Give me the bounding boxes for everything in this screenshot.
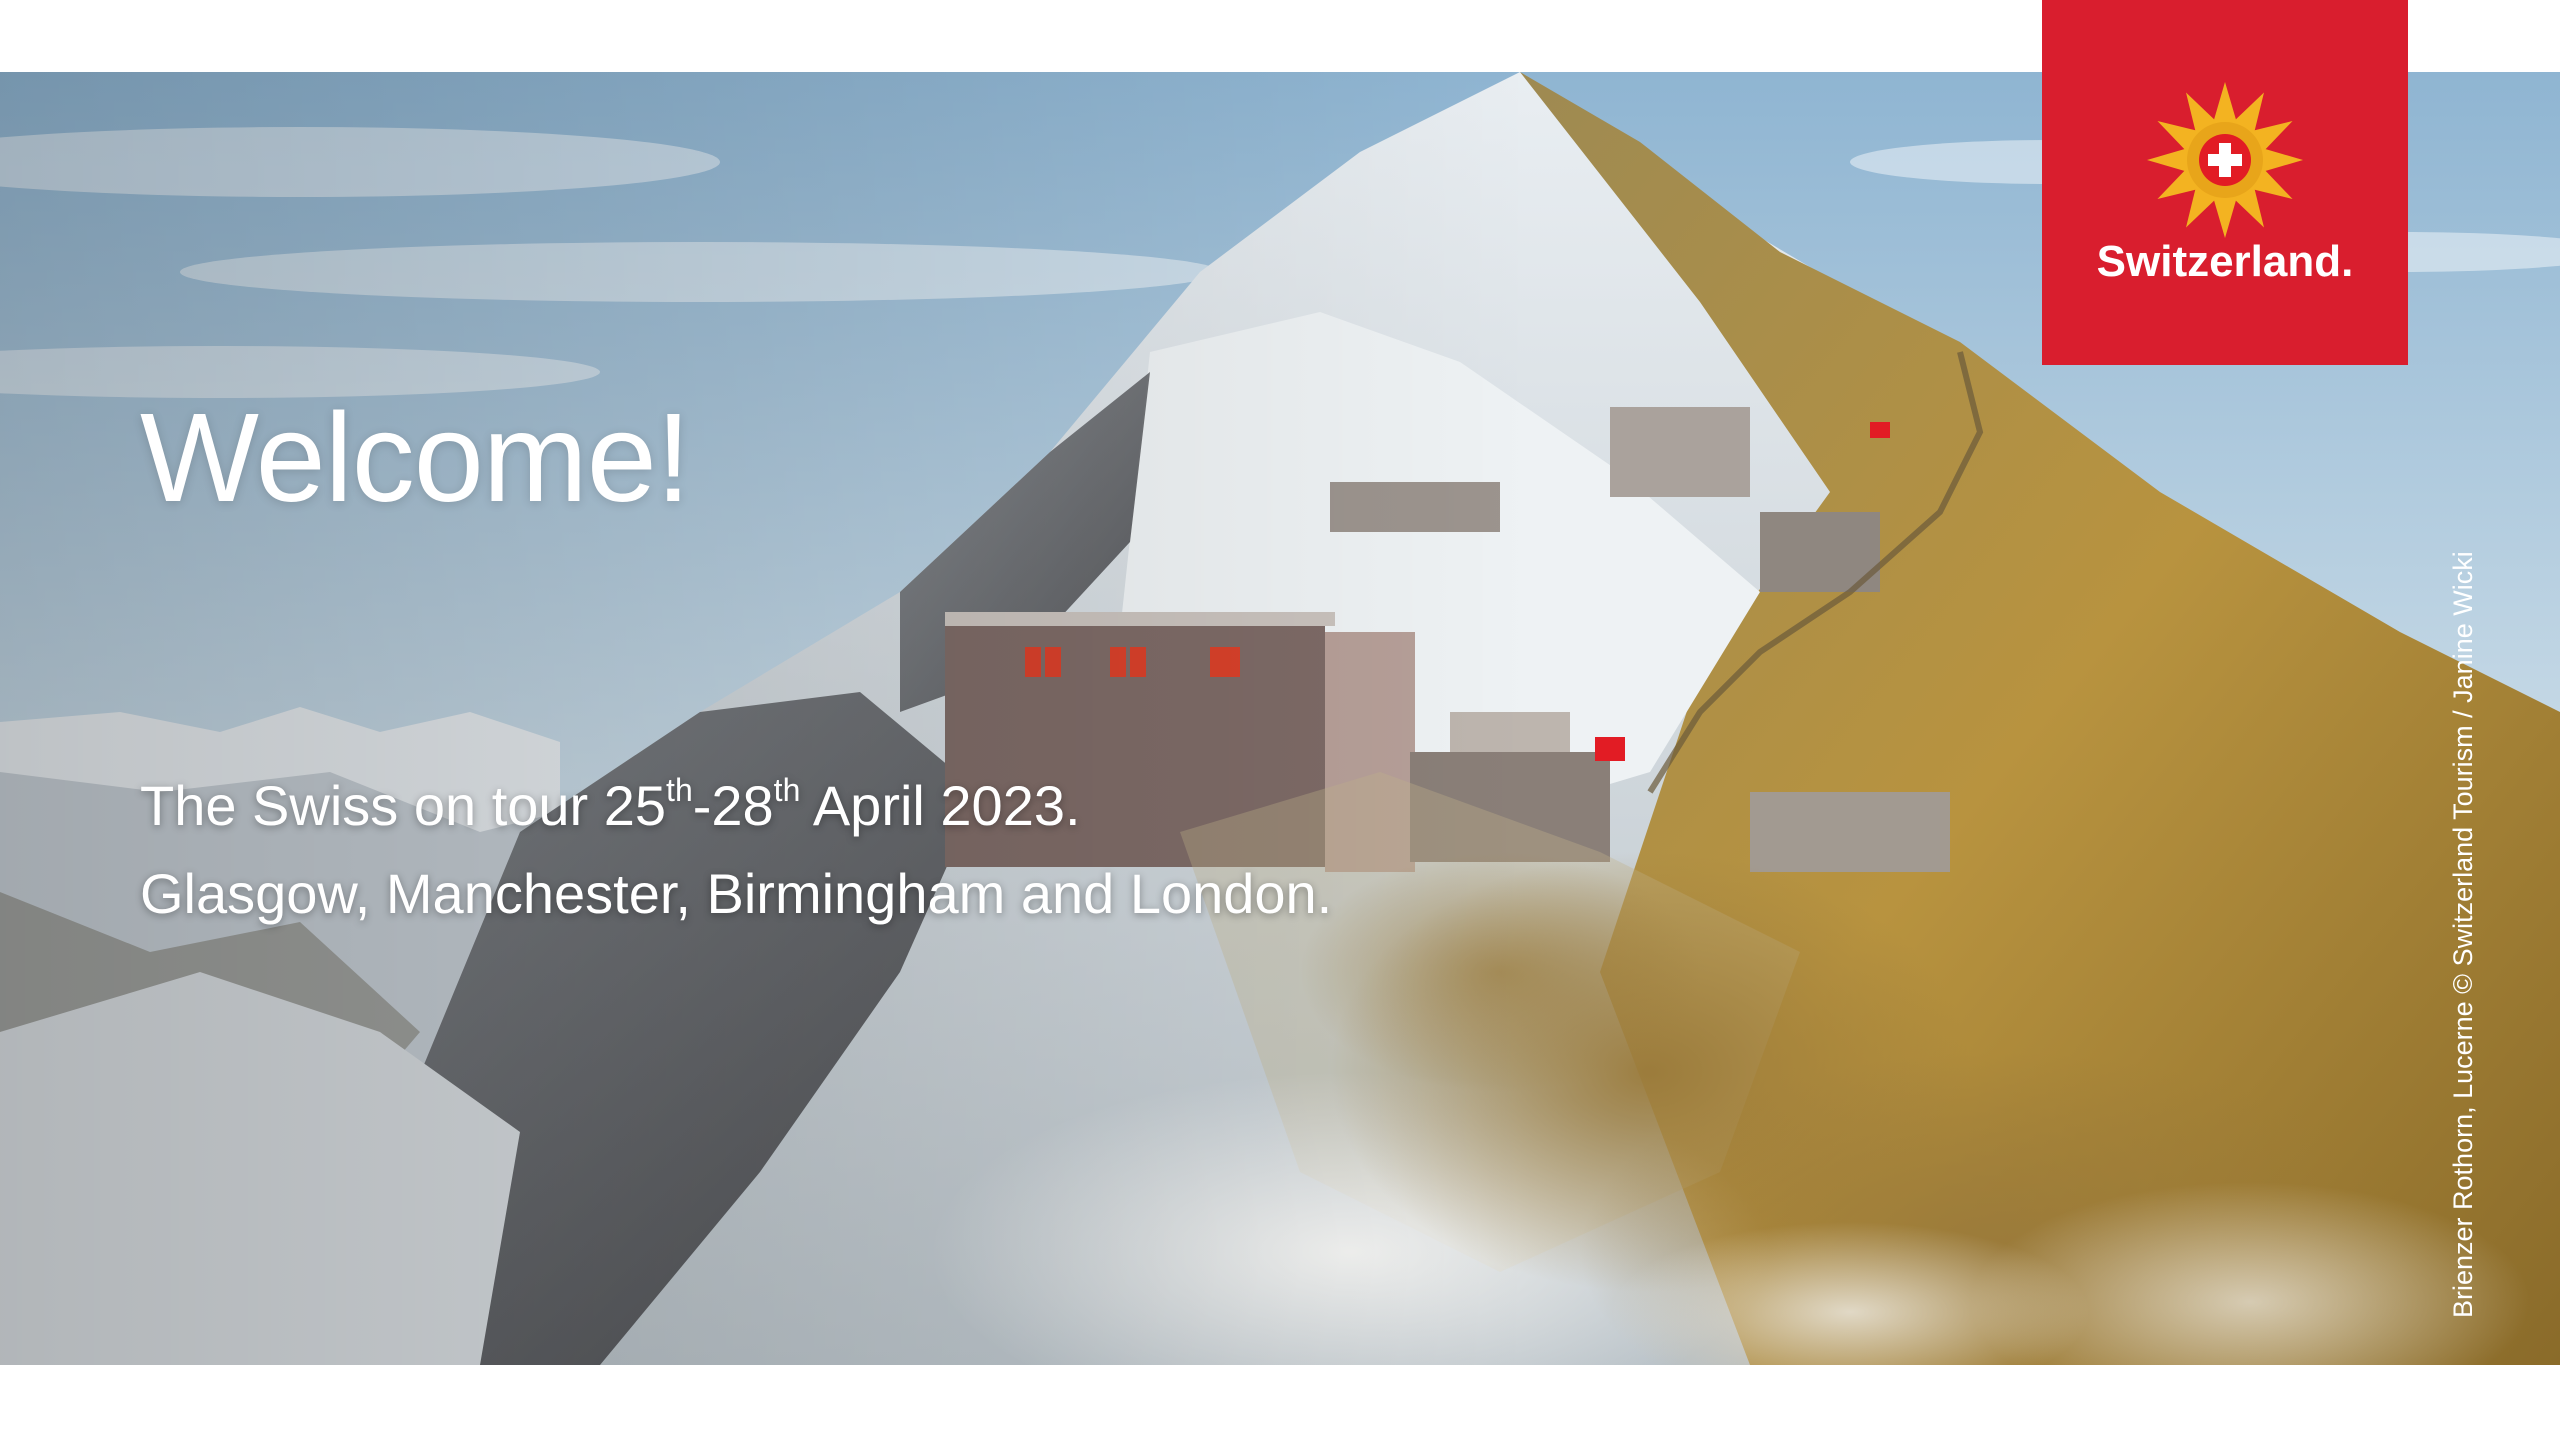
tour-dates-prefix: The Swiss on tour 25: [140, 774, 667, 837]
tour-dates-ordinal-2: th: [773, 772, 801, 808]
tour-dates-suffix: April 2023.: [800, 774, 1081, 837]
switzerland-logo: Switzerland.: [2042, 0, 2408, 365]
tour-cities-line: Glasgow, Manchester, Birmingham and Lond…: [140, 862, 1333, 925]
photo-credit: Brienzer Rothorn, Lucerne © Switzerland …: [2448, 551, 2478, 1318]
tour-dates-middle: -28: [692, 774, 774, 837]
tour-dates-line: The Swiss on tour 25th-28th April 2023.: [140, 774, 1081, 834]
presentation-slide: Switzerland. Welcome! The Swiss on tour …: [0, 0, 2560, 1440]
logo-wordmark: Switzerland.: [2096, 237, 2354, 286]
welcome-heading: Welcome!: [140, 387, 691, 528]
swiss-flower-icon: [2147, 82, 2303, 238]
tour-dates-ordinal-1: th: [666, 772, 693, 808]
